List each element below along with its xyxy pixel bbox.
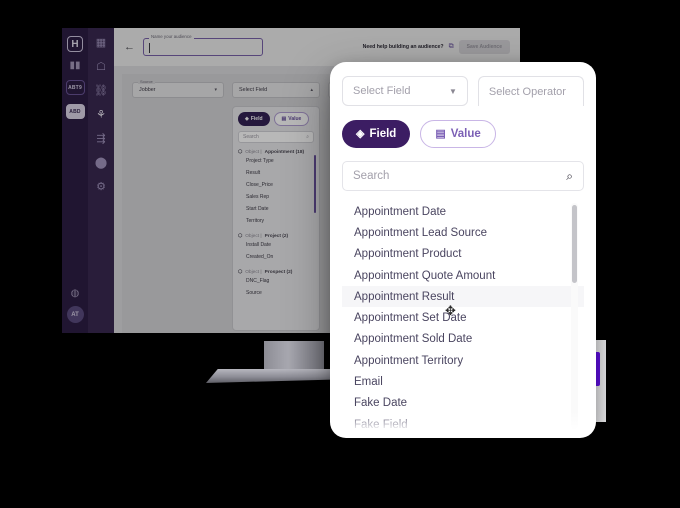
search-box[interactable]: ⌕ bbox=[342, 161, 584, 191]
laptop-neck bbox=[264, 341, 324, 371]
bg-field-select[interactable]: Select Field ▴ bbox=[232, 82, 320, 98]
search-input[interactable] bbox=[353, 170, 567, 182]
background-topbar: ← Name your audience Need help building … bbox=[114, 28, 520, 66]
scrollbar-thumb[interactable] bbox=[572, 205, 577, 283]
tab-value[interactable]: ▤ Value bbox=[420, 120, 496, 148]
back-arrow-icon[interactable]: ← bbox=[124, 41, 135, 53]
tab-value-label: Value bbox=[450, 128, 481, 140]
bg-search-input[interactable]: Search ⌕ bbox=[238, 131, 314, 143]
list-item[interactable]: Territory bbox=[238, 215, 314, 227]
list-item[interactable]: Source bbox=[238, 287, 314, 299]
cube-icon: ⬡ bbox=[238, 150, 243, 155]
list-item[interactable]: Install Date bbox=[238, 239, 314, 251]
bg-tab-field-label: Field bbox=[250, 116, 263, 122]
list-item[interactable]: DNC_Flag bbox=[238, 275, 314, 287]
chart-icon[interactable]: ▮▮ bbox=[69, 61, 80, 71]
text-caret bbox=[149, 43, 150, 53]
list-item[interactable]: Appointment Sold Date bbox=[342, 329, 584, 350]
source-select[interactable]: Source Jobber ▾ bbox=[132, 79, 224, 98]
person-icon[interactable]: ☖ bbox=[96, 62, 106, 73]
bg-search-placeholder: Search bbox=[243, 134, 259, 140]
operator-select-placeholder: Select Operator bbox=[488, 85, 566, 98]
bg-tab-field[interactable]: ◈ Field bbox=[238, 112, 270, 126]
grid-icon[interactable]: ▦ bbox=[96, 38, 106, 49]
avatar[interactable]: AT bbox=[66, 306, 84, 323]
background-field-dropdown: ◈ Field ▤ Value Search ⌕ ⬡ Object | Appo… bbox=[232, 106, 320, 331]
bg-group-prefix: Object | bbox=[245, 234, 262, 239]
bg-tab-value[interactable]: ▤ Value bbox=[273, 112, 310, 126]
external-link-icon[interactable]: ⧉ bbox=[449, 43, 454, 51]
list-item[interactable]: Start Date bbox=[238, 203, 314, 215]
bg-tab-value-label: Value bbox=[288, 116, 302, 122]
chevron-down-icon: ▼ bbox=[448, 86, 457, 96]
document-icon: ▤ bbox=[435, 127, 446, 140]
cube-icon: ⬡ bbox=[238, 234, 243, 239]
bg-group-header-appointment: ⬡ Object | Appointment (18) bbox=[238, 150, 314, 155]
source-value: Jobber bbox=[139, 87, 156, 93]
list-item[interactable]: Project Type bbox=[238, 155, 314, 167]
topbar-help-group: Need help building an audience? ⧉ Save A… bbox=[363, 40, 510, 54]
save-audience-button[interactable]: Save Audience bbox=[458, 40, 510, 54]
list-item[interactable]: Appointment Quote Amount bbox=[342, 265, 584, 286]
screenshot-stage: H ▮▮ ABT9 ABD ◍ AT ▦ ☖ ⛓ ⚘ ⇶ ⬤ ⚙ ← Name … bbox=[0, 0, 680, 508]
chevron-down-icon: ▾ bbox=[214, 87, 217, 93]
modal-select-row: Select Field ▼ Select Operator bbox=[330, 62, 596, 106]
bg-group-title: Prospect (2) bbox=[264, 270, 293, 275]
sidebar-footer: ◍ AT bbox=[62, 289, 88, 323]
layers-icon: ◈ bbox=[356, 127, 365, 140]
field-picker-modal: Select Field ▼ Select Operator ◈ Field ▤… bbox=[330, 62, 596, 438]
bg-scrollbar-thumb[interactable] bbox=[314, 155, 316, 213]
list-item[interactable]: Fake Field bbox=[342, 414, 584, 435]
list-item[interactable]: First Name bbox=[342, 435, 584, 437]
secondary-sidebar: ▦ ☖ ⛓ ⚘ ⇶ ⬤ ⚙ bbox=[88, 28, 114, 333]
help-icon[interactable]: ◍ bbox=[71, 289, 80, 299]
field-select[interactable]: Select Field ▼ bbox=[342, 76, 468, 106]
modal-panel: ◈ Field ▤ Value ⌕ Appointment Date Appoi… bbox=[330, 106, 596, 437]
audience-name-field[interactable]: Name your audience bbox=[143, 34, 263, 56]
list-item[interactable]: Appointment Lead Source bbox=[342, 222, 584, 243]
bg-field-placeholder: Select Field bbox=[239, 87, 268, 93]
tab-field[interactable]: ◈ Field bbox=[342, 120, 411, 148]
app-logo[interactable]: H bbox=[67, 36, 83, 52]
list-item[interactable]: Appointment Product bbox=[342, 244, 584, 265]
search-icon[interactable]: ⌕ bbox=[566, 169, 573, 184]
sidebar-chip-abd[interactable]: ABD bbox=[65, 104, 85, 119]
list-item[interactable]: Fake Date bbox=[342, 393, 584, 414]
operator-select[interactable]: Select Operator bbox=[477, 76, 584, 106]
source-label: Source bbox=[138, 79, 155, 84]
list-item[interactable]: Created_On bbox=[238, 251, 314, 263]
list-item[interactable]: Email bbox=[342, 371, 584, 392]
audience-name-label: Name your audience bbox=[149, 34, 194, 39]
help-text: Need help building an audience? bbox=[362, 44, 444, 50]
list-item[interactable]: Appointment Territory bbox=[342, 350, 584, 371]
list-item-selected[interactable]: Appointment Result bbox=[342, 286, 584, 308]
field-list[interactable]: Appointment Date Appointment Lead Source… bbox=[342, 201, 584, 437]
chevron-up-icon: ▴ bbox=[310, 87, 313, 93]
list-item[interactable]: Appointment Set Date bbox=[342, 307, 584, 328]
list-item[interactable]: Appointment Date bbox=[342, 201, 584, 222]
list-item[interactable]: Result bbox=[238, 167, 314, 179]
document-icon: ▤ bbox=[281, 116, 287, 122]
list-item[interactable]: Close_Price bbox=[238, 179, 314, 191]
bg-tab-group: ◈ Field ▤ Value bbox=[238, 112, 314, 126]
primary-sidebar: H ▮▮ ABT9 ABD ◍ AT bbox=[62, 28, 88, 333]
tab-field-label: Field bbox=[369, 128, 397, 140]
bg-group-title: Appointment (18) bbox=[264, 150, 305, 155]
link-icon[interactable]: ⛓ bbox=[94, 86, 108, 97]
field-select-placeholder: Select Field bbox=[353, 85, 411, 97]
bg-group-prefix: Object | bbox=[245, 150, 262, 155]
layers-icon: ◈ bbox=[245, 116, 249, 122]
globe-icon[interactable]: ⬤ bbox=[95, 158, 107, 169]
bg-group-prefix: Object | bbox=[245, 270, 262, 275]
settings-icon[interactable]: ⚙ bbox=[96, 182, 106, 193]
sidebar-chip-abt9[interactable]: ABT9 bbox=[65, 80, 85, 95]
search-icon: ⌕ bbox=[306, 134, 309, 140]
sliders-icon[interactable]: ⇶ bbox=[96, 134, 105, 145]
list-item[interactable]: Sales Rep bbox=[238, 191, 314, 203]
bg-group-title: Project (2) bbox=[264, 234, 289, 239]
tab-group: ◈ Field ▤ Value bbox=[342, 120, 584, 148]
flow-icon[interactable]: ⚘ bbox=[96, 110, 106, 121]
cube-icon: ⬡ bbox=[238, 270, 243, 275]
